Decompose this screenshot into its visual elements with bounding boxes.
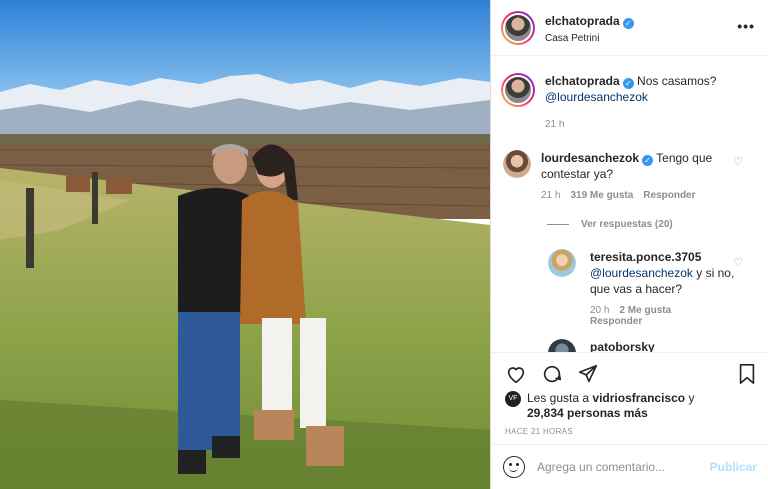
comment-time: 21 h bbox=[545, 119, 565, 130]
post-comment-button[interactable]: Publicar bbox=[710, 460, 757, 474]
commenter-avatar[interactable] bbox=[548, 339, 576, 352]
share-icon[interactable] bbox=[577, 363, 599, 385]
comment-username[interactable]: patoborsky bbox=[590, 340, 655, 352]
view-replies-button[interactable]: Ver respuestas (20) bbox=[547, 219, 673, 230]
commenter-avatar[interactable] bbox=[548, 249, 576, 277]
reply-item: teresita.ponce.3705 @lourdesanchezok y si… bbox=[548, 249, 738, 327]
post-photo[interactable] bbox=[0, 0, 490, 489]
likes-conjunction: y bbox=[688, 391, 695, 405]
comment-text: Nos casamos? bbox=[637, 74, 717, 88]
caption-avatar[interactable] bbox=[501, 73, 535, 107]
comment-mention[interactable]: @lourdesanchezok bbox=[590, 266, 693, 280]
post-header: elchatoprada ✓ Casa Petrini ••• bbox=[491, 0, 768, 56]
reply-item: patoborsky bbox=[548, 339, 655, 352]
post-timestamp: HACE 21 HORAS bbox=[505, 427, 573, 436]
verified-icon: ✓ bbox=[622, 17, 634, 29]
comment-username[interactable]: lourdesanchezok bbox=[541, 151, 639, 165]
instagram-post: elchatoprada ✓ Casa Petrini ••• elchatopr… bbox=[0, 0, 768, 489]
heart-icon[interactable] bbox=[505, 363, 527, 385]
likes-summary: VF Les gusta a vidriosfrancisco y 29,834 … bbox=[505, 391, 694, 421]
comment-icon[interactable] bbox=[541, 363, 563, 385]
commenter-avatar[interactable] bbox=[503, 150, 531, 178]
photo-illustration bbox=[0, 0, 490, 489]
comment-time: 20 h bbox=[590, 305, 610, 316]
more-icon[interactable]: ••• bbox=[737, 18, 755, 34]
likes-count[interactable]: 29,834 personas más bbox=[527, 406, 648, 420]
post-location[interactable]: Casa Petrini bbox=[545, 33, 634, 44]
reply-button[interactable]: Responder bbox=[590, 316, 642, 327]
comment-input[interactable]: Agrega un comentario... bbox=[537, 460, 710, 474]
emoji-icon[interactable] bbox=[503, 456, 525, 478]
reply-button[interactable]: Responder bbox=[643, 190, 695, 201]
verified-icon: ✓ bbox=[642, 155, 654, 166]
comments-list: elchatoprada ✓ Nos casamos? @lourdesanchez… bbox=[491, 57, 768, 352]
liker-username[interactable]: vidriosfrancisco bbox=[592, 391, 685, 405]
comment-time: 21 h bbox=[541, 190, 561, 201]
author-info: elchatoprada ✓ Casa Petrini bbox=[545, 12, 634, 44]
comment-username[interactable]: teresita.ponce.3705 bbox=[590, 250, 701, 264]
caption: elchatoprada ✓ Nos casamos? @lourdesanchez… bbox=[501, 73, 745, 130]
add-comment-bar: Agrega un comentario... Publicar bbox=[491, 444, 768, 489]
heart-icon[interactable]: ♡ bbox=[733, 155, 743, 168]
comment-mention[interactable]: @lourdesanchezok bbox=[545, 90, 648, 104]
comment-likes[interactable]: 2 Me gusta bbox=[619, 305, 671, 316]
liker-avatar[interactable]: VF bbox=[505, 391, 521, 407]
author-username[interactable]: elchatoprada bbox=[545, 14, 620, 28]
verified-icon: ✓ bbox=[622, 78, 634, 89]
likes-prefix: Les gusta a bbox=[527, 391, 590, 405]
comment-username[interactable]: elchatoprada bbox=[545, 74, 620, 88]
heart-icon[interactable]: ♡ bbox=[733, 256, 743, 269]
post-actions: VF Les gusta a vidriosfrancisco y 29,834 … bbox=[491, 352, 768, 444]
bookmark-icon[interactable] bbox=[737, 363, 757, 385]
comment-likes[interactable]: 319 Me gusta bbox=[570, 190, 633, 201]
comment-item: lourdesanchezok ✓ Tengo que contestar ya?… bbox=[503, 150, 731, 201]
post-side-panel: elchatoprada ✓ Casa Petrini ••• elchatopr… bbox=[490, 0, 768, 489]
author-avatar[interactable] bbox=[501, 10, 535, 45]
